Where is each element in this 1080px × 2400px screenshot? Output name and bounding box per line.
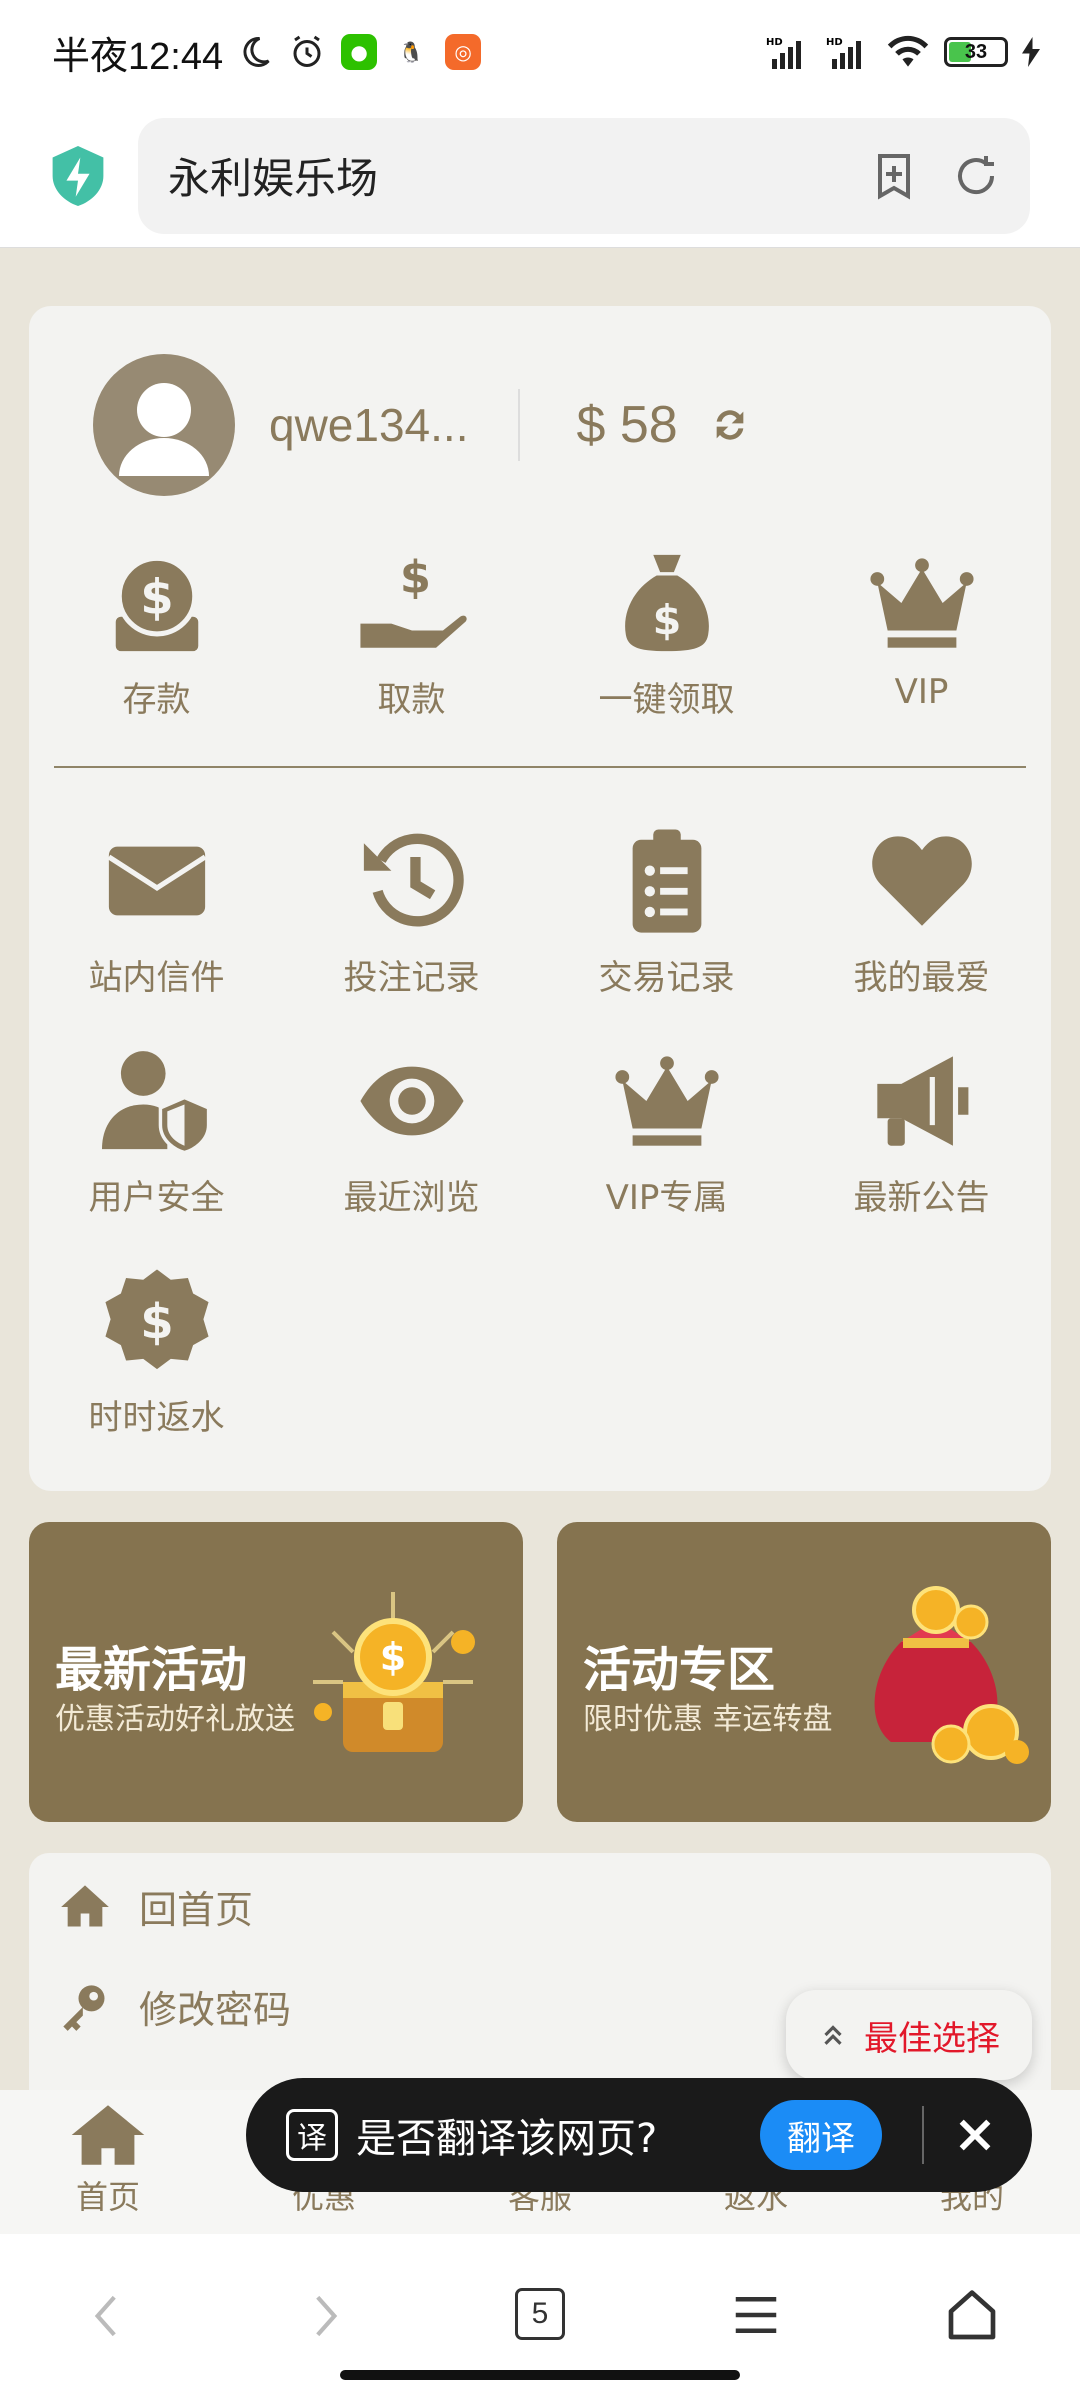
home-icon: [61, 1884, 109, 1926]
vip-exclusive-button[interactable]: VIP专属: [539, 1046, 794, 1266]
svg-text:HD: HD: [766, 37, 783, 48]
back-button[interactable]: [0, 2288, 216, 2344]
transaction-history-button[interactable]: 交易记录: [539, 826, 794, 1046]
section-divider: [54, 766, 1026, 768]
add-bookmark-icon[interactable]: [870, 152, 918, 200]
vip-button[interactable]: VIP: [794, 548, 1049, 768]
bet-history-button[interactable]: 投注记录: [284, 826, 539, 1046]
feature-grid: 站内信件 投注记录 交易记录 我的最爱 用户安全 最近浏览 VIP专属 最新公告…: [29, 826, 1051, 1486]
app-notification-icon: ◎: [445, 34, 482, 70]
menu-item-home[interactable]: 回首页: [59, 1879, 253, 1934]
charging-icon: [1022, 37, 1040, 67]
forward-button[interactable]: [216, 2288, 432, 2344]
svg-text:HD: HD: [826, 37, 843, 48]
event-zone-banner[interactable]: 活动专区 限时优惠 幸运转盘: [557, 1522, 1051, 1822]
address-field[interactable]: 永利娱乐场: [138, 117, 1030, 234]
user-security-button[interactable]: 用户安全: [29, 1046, 284, 1266]
favorites-button[interactable]: 我的最爱: [794, 826, 1049, 1046]
svg-text:$: $: [652, 596, 681, 644]
hamburger-icon: [735, 2297, 777, 2333]
deposit-icon: $: [115, 555, 198, 652]
crown-icon: [869, 558, 974, 648]
menu-button[interactable]: [648, 2288, 864, 2342]
page-title: 永利娱乐场: [168, 154, 379, 203]
promo-subtitle: 优惠活动好礼放送: [55, 1702, 295, 1737]
promo-title: 最新活动: [55, 1642, 248, 1698]
shield-bolt-icon[interactable]: [50, 145, 106, 206]
lucky-bag-image: [874, 1586, 1029, 1764]
svg-text:$: $: [380, 1635, 406, 1679]
quick-actions: $ 存款 $ 取款 $ 一键领取 VIP: [29, 548, 1051, 768]
chevron-right-icon: [316, 2295, 338, 2337]
divider: [922, 2106, 924, 2164]
money-bag-icon: $: [624, 554, 709, 652]
dollar-badge-icon: $: [104, 1269, 209, 1370]
alarm-icon: [293, 35, 321, 67]
withdraw-button[interactable]: $ 取款: [284, 548, 539, 768]
clipboard-icon: [632, 829, 701, 933]
username: qwe134...: [269, 399, 469, 451]
user-shield-icon: [101, 1051, 210, 1155]
key-icon: [63, 1984, 105, 2031]
chevron-left-icon: [94, 2295, 116, 2337]
close-icon: [959, 2119, 991, 2151]
status-time: 半夜12:44: [52, 35, 224, 78]
divider: [518, 389, 521, 461]
signal-icon: HD: [826, 37, 861, 69]
translate-button[interactable]: 翻译: [760, 2100, 882, 2170]
crown-icon: [614, 1056, 719, 1146]
home-icon: [71, 2105, 145, 2165]
avatar[interactable]: [93, 354, 235, 496]
best-choice-button[interactable]: 最佳选择: [786, 1990, 1032, 2080]
wifi-icon: [887, 35, 929, 67]
translate-question: 是否翻译该网页?: [356, 2116, 658, 2162]
svg-text:$: $: [140, 569, 173, 625]
wechat-icon: ●: [341, 34, 378, 70]
recent-views-button[interactable]: 最近浏览: [284, 1046, 539, 1266]
tab-count: 5: [515, 2288, 565, 2340]
close-translate-button[interactable]: [946, 2106, 1004, 2164]
profile-row: qwe134... $ 58: [93, 354, 750, 496]
promo-subtitle: 限时优惠 幸运转盘: [583, 1702, 833, 1737]
withdraw-icon: $: [359, 552, 467, 648]
deposit-button[interactable]: $ 存款: [29, 548, 284, 768]
double-chevron-up-icon: [824, 2025, 842, 2045]
gesture-bar[interactable]: [340, 2370, 740, 2380]
eye-icon: [359, 1066, 464, 1136]
menu-item-change-password[interactable]: 修改密码: [59, 1979, 291, 2034]
latest-events-banner[interactable]: $ 最新活动 优惠活动好礼放送: [29, 1522, 523, 1822]
megaphone-icon: [876, 1056, 968, 1146]
reload-icon[interactable]: [952, 152, 1000, 200]
announcements-button[interactable]: 最新公告: [794, 1046, 1049, 1266]
translate-prompt: 译 是否翻译该网页? 翻译: [246, 2078, 1032, 2192]
envelope-icon: [106, 846, 207, 916]
browser-url-bar: 永利娱乐场: [0, 104, 1080, 248]
moon-icon: [243, 36, 270, 67]
translate-icon: 译: [286, 2109, 338, 2161]
promo-title: 活动专区: [583, 1642, 776, 1698]
status-bar: 半夜12:44 ● 🐧 ◎ HD HD 33: [0, 0, 1080, 104]
balance: $ 58: [576, 396, 678, 454]
qq-icon: 🐧: [393, 34, 430, 70]
home-outline-icon: [948, 2290, 996, 2340]
heart-icon: [871, 836, 972, 926]
battery-icon: 33: [944, 37, 1008, 67]
rebate-button[interactable]: $ 时时返水: [29, 1266, 284, 1486]
account-card: qwe134... $ 58 $ 存款 $ 取款 $ 一键领取 VIP 站内信件: [29, 306, 1051, 1491]
signal-icon: HD: [766, 37, 801, 69]
tabs-button[interactable]: 5: [432, 2288, 648, 2340]
history-icon: [363, 833, 464, 927]
one-click-claim-button[interactable]: $ 一键领取: [539, 548, 794, 768]
best-choice-label: 最佳选择: [864, 2018, 1000, 2059]
treasure-chest-image: $: [313, 1592, 475, 1752]
inbox-button[interactable]: 站内信件: [29, 826, 284, 1046]
svg-text:$: $: [399, 552, 430, 604]
refresh-balance-icon[interactable]: [710, 405, 750, 445]
nav-home[interactable]: 首页: [0, 2090, 216, 2234]
svg-text:$: $: [140, 1294, 173, 1350]
home-button[interactable]: [864, 2288, 1080, 2344]
